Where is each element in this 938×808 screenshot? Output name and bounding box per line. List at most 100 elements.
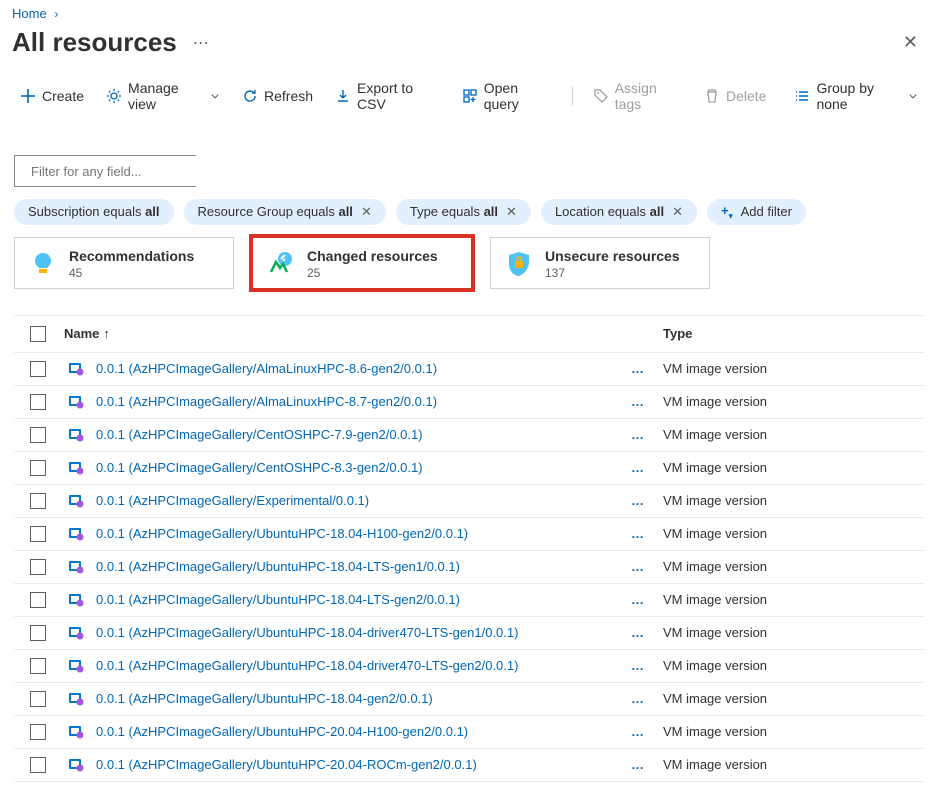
- resource-name-link[interactable]: 0.0.1 (AzHPCImageGallery/UbuntuHPC-18.04…: [96, 691, 433, 706]
- row-checkbox[interactable]: [30, 394, 46, 410]
- close-icon[interactable]: ✕: [672, 204, 683, 220]
- table-row[interactable]: 0.0.1 (AzHPCImageGallery/CentOSHPC-8.3-g…: [14, 452, 924, 485]
- resource-name-link[interactable]: 0.0.1 (AzHPCImageGallery/AlmaLinuxHPC-8.…: [96, 361, 437, 376]
- pill-resource-group[interactable]: Resource Group equals all✕: [184, 199, 386, 225]
- export-csv-button[interactable]: Export to CSV: [327, 74, 448, 118]
- row-checkbox[interactable]: [30, 427, 46, 443]
- row-more-icon[interactable]: …: [631, 724, 645, 739]
- row-more-icon[interactable]: …: [631, 592, 645, 607]
- manage-view-button[interactable]: Manage view: [98, 74, 228, 118]
- query-icon: [462, 88, 478, 104]
- close-icon[interactable]: ✕: [361, 204, 372, 220]
- grid-body[interactable]: 0.0.1 (AzHPCImageGallery/AlmaLinuxHPC-8.…: [14, 353, 924, 783]
- row-checkbox[interactable]: [30, 658, 46, 674]
- row-checkbox[interactable]: [30, 724, 46, 740]
- row-checkbox[interactable]: [30, 526, 46, 542]
- resource-type: VM image version: [663, 757, 918, 772]
- resource-type: VM image version: [663, 394, 918, 409]
- resource-name-link[interactable]: 0.0.1 (AzHPCImageGallery/UbuntuHPC-20.04…: [96, 724, 468, 739]
- filter-input-wrap[interactable]: [14, 155, 196, 187]
- shield-icon: [505, 250, 533, 278]
- row-more-icon[interactable]: …: [631, 757, 645, 772]
- close-icon[interactable]: ✕: [903, 32, 918, 53]
- table-row[interactable]: 0.0.1 (AzHPCImageGallery/UbuntuHPC-18.04…: [14, 617, 924, 650]
- resource-name-link[interactable]: 0.0.1 (AzHPCImageGallery/CentOSHPC-7.9-g…: [96, 427, 423, 442]
- table-row[interactable]: 0.0.1 (AzHPCImageGallery/UbuntuHPC-20.04…: [14, 716, 924, 749]
- filter-input[interactable]: [31, 156, 207, 186]
- row-checkbox[interactable]: [30, 460, 46, 476]
- breadcrumb: Home ›: [0, 0, 938, 23]
- chevron-down-icon: [210, 91, 220, 101]
- command-bar: Create Manage view Refresh Export to CSV…: [0, 66, 938, 127]
- table-row[interactable]: 0.0.1 (AzHPCImageGallery/CentOSHPC-7.9-g…: [14, 419, 924, 452]
- table-row[interactable]: 0.0.1 (AzHPCImageGallery/UbuntuHPC-18.04…: [14, 584, 924, 617]
- card-recommendations[interactable]: Recommendations45: [14, 237, 234, 289]
- row-more-icon[interactable]: …: [631, 460, 645, 475]
- table-row[interactable]: 0.0.1 (AzHPCImageGallery/AlmaLinuxHPC-8.…: [14, 386, 924, 419]
- refresh-icon: [242, 88, 258, 104]
- row-checkbox[interactable]: [30, 691, 46, 707]
- chevron-down-icon: [908, 91, 918, 101]
- row-checkbox[interactable]: [30, 625, 46, 641]
- resource-name-link[interactable]: 0.0.1 (AzHPCImageGallery/UbuntuHPC-18.04…: [96, 526, 468, 541]
- resource-type: VM image version: [663, 658, 918, 673]
- resource-name-link[interactable]: 0.0.1 (AzHPCImageGallery/UbuntuHPC-18.04…: [96, 658, 518, 673]
- pill-add-filter[interactable]: +▾Add filter: [707, 199, 806, 225]
- row-checkbox[interactable]: [30, 493, 46, 509]
- table-row[interactable]: 0.0.1 (AzHPCImageGallery/UbuntuHPC-18.04…: [14, 518, 924, 551]
- pill-type[interactable]: Type equals all✕: [396, 199, 531, 225]
- row-more-icon[interactable]: …: [631, 493, 645, 508]
- row-checkbox[interactable]: [30, 361, 46, 377]
- vm-image-icon: [68, 460, 84, 476]
- row-more-icon[interactable]: …: [631, 526, 645, 541]
- page-more-icon[interactable]: ⋯: [193, 33, 211, 53]
- refresh-button[interactable]: Refresh: [234, 82, 321, 110]
- download-icon: [335, 88, 351, 104]
- row-more-icon[interactable]: …: [631, 361, 645, 376]
- resource-name-link[interactable]: 0.0.1 (AzHPCImageGallery/CentOSHPC-8.3-g…: [96, 460, 423, 475]
- open-query-button[interactable]: Open query: [454, 74, 560, 118]
- resource-name-link[interactable]: 0.0.1 (AzHPCImageGallery/UbuntuHPC-18.04…: [96, 592, 460, 607]
- table-row[interactable]: 0.0.1 (AzHPCImageGallery/UbuntuHPC-18.04…: [14, 650, 924, 683]
- assign-tags-button: Assign tags: [585, 74, 690, 118]
- row-more-icon[interactable]: …: [631, 559, 645, 574]
- table-row[interactable]: 0.0.1 (AzHPCImageGallery/Experimental/0.…: [14, 485, 924, 518]
- vm-image-icon: [68, 757, 84, 773]
- card-changed-resources[interactable]: Changed resources25: [252, 237, 472, 289]
- table-row[interactable]: 0.0.1 (AzHPCImageGallery/UbuntuHPC-20.04…: [14, 749, 924, 782]
- breadcrumb-home[interactable]: Home: [12, 6, 47, 21]
- pill-subscription[interactable]: Subscription equals all: [14, 199, 174, 225]
- row-more-icon[interactable]: …: [631, 427, 645, 442]
- resource-name-link[interactable]: 0.0.1 (AzHPCImageGallery/UbuntuHPC-20.04…: [96, 757, 477, 772]
- resource-name-link[interactable]: 0.0.1 (AzHPCImageGallery/UbuntuHPC-18.04…: [96, 559, 460, 574]
- row-checkbox[interactable]: [30, 592, 46, 608]
- row-more-icon[interactable]: …: [631, 658, 645, 673]
- card-unsecure-resources[interactable]: Unsecure resources137: [490, 237, 710, 289]
- row-checkbox[interactable]: [30, 757, 46, 773]
- table-row[interactable]: 0.0.1 (AzHPCImageGallery/UbuntuHPC-18.04…: [14, 551, 924, 584]
- horizontal-scrollbar[interactable]: [0, 790, 924, 808]
- plus-icon: +▾: [721, 203, 733, 221]
- group-by-button[interactable]: Group by none: [786, 74, 926, 118]
- row-more-icon[interactable]: …: [631, 625, 645, 640]
- row-checkbox[interactable]: [30, 559, 46, 575]
- resource-name-link[interactable]: 0.0.1 (AzHPCImageGallery/UbuntuHPC-18.04…: [96, 625, 518, 640]
- row-more-icon[interactable]: …: [631, 691, 645, 706]
- resource-type: VM image version: [663, 493, 918, 508]
- table-row[interactable]: 0.0.1 (AzHPCImageGallery/UbuntuHPC-18.04…: [14, 683, 924, 716]
- resource-name-link[interactable]: 0.0.1 (AzHPCImageGallery/Experimental/0.…: [96, 493, 369, 508]
- pill-location[interactable]: Location equals all✕: [541, 199, 697, 225]
- table-row[interactable]: 0.0.1 (AzHPCImageGallery/AlmaLinuxHPC-8.…: [14, 353, 924, 386]
- close-icon[interactable]: ✕: [506, 204, 517, 220]
- column-type[interactable]: Type: [663, 326, 918, 341]
- select-all-checkbox[interactable]: [30, 326, 46, 342]
- vm-image-icon: [68, 493, 84, 509]
- column-name[interactable]: Name↑: [56, 326, 613, 341]
- vm-image-icon: [68, 526, 84, 542]
- create-button[interactable]: Create: [12, 82, 92, 110]
- row-more-icon[interactable]: …: [631, 394, 645, 409]
- lightbulb-icon: [29, 250, 57, 278]
- vm-image-icon: [68, 559, 84, 575]
- sort-asc-icon: ↑: [103, 326, 110, 341]
- resource-name-link[interactable]: 0.0.1 (AzHPCImageGallery/AlmaLinuxHPC-8.…: [96, 394, 437, 409]
